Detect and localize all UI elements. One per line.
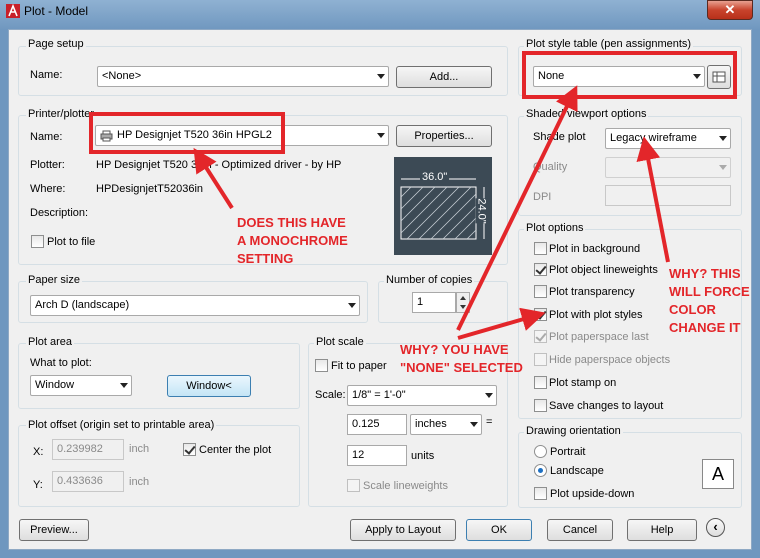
annotation-arrows [193,85,670,340]
arrow-to-shade-plot [636,136,670,263]
arrow-to-plot-style [456,85,578,331]
annotation-line: "NONE" SELECTED [400,360,523,375]
annotation-monochrome: DOES THIS HAVE A MONOCHROME SETTING [237,214,348,268]
annotation-line: WILL FORCE [669,284,750,299]
arrow-to-printer [193,147,234,210]
annotation-line: A MONOCHROME [237,233,348,248]
annotation-line: CHANGE IT [669,320,741,335]
annotation-line: COLOR [669,302,716,317]
annotation-none-selected: WHY? YOU HAVE "NONE" SELECTED [400,341,523,377]
annotation-color-change: WHY? THIS WILL FORCE COLOR CHANGE IT [669,265,750,337]
annotation-line: DOES THIS HAVE [237,215,346,230]
annotation-line: WHY? YOU HAVE [400,342,509,357]
arrow-to-plot-with-styles [457,307,546,340]
plot-dialog-window: Plot - Model ✕ Page setup Name: <None> A… [0,0,760,558]
annotation-line: WHY? THIS [669,266,741,281]
annotation-line: SETTING [237,251,294,266]
